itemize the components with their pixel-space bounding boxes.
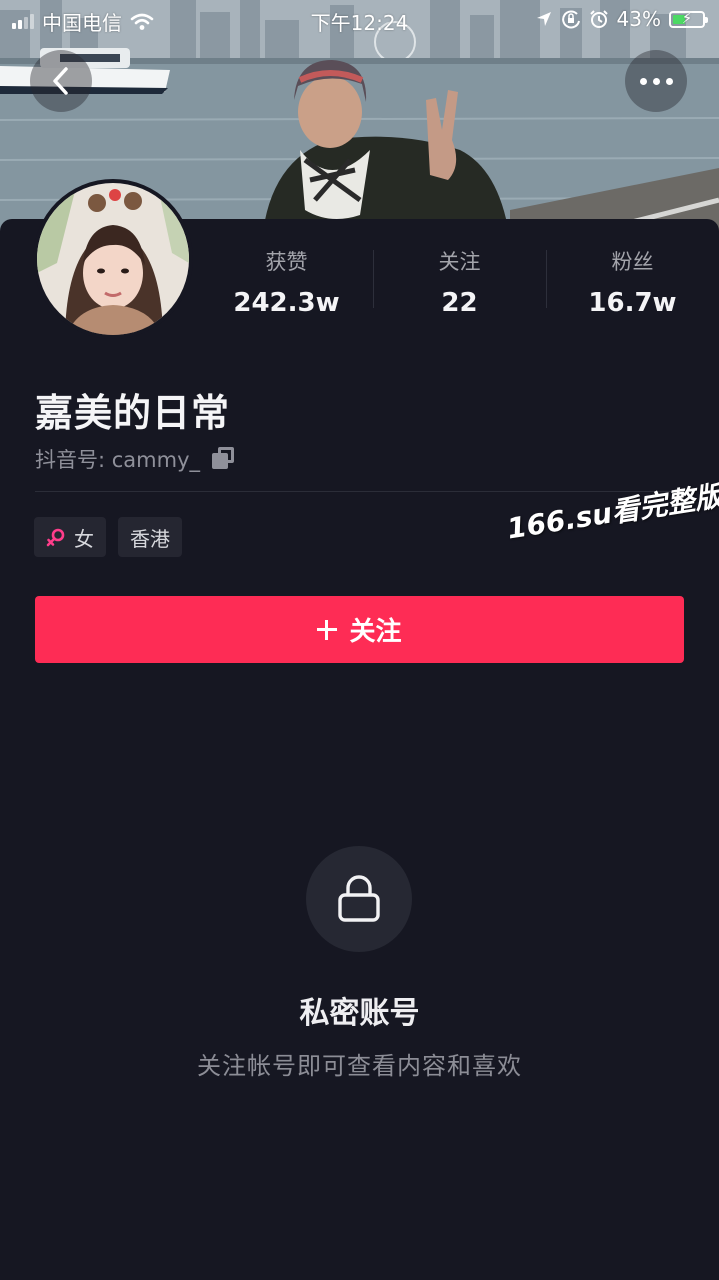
status-bar: 中国电信 下午12:24 43% ⚡ [0, 0, 719, 40]
stat-likes[interactable]: 获赞 242.3w [200, 246, 373, 326]
stat-value: 22 [441, 288, 478, 318]
stat-label: 关注 [438, 250, 481, 274]
avatar-photo [37, 183, 189, 335]
follow-button[interactable]: 关注 [35, 596, 684, 663]
orientation-lock-icon [561, 10, 580, 29]
divider [35, 491, 684, 492]
account-id: 抖音号: cammy_ [35, 448, 201, 472]
private-lock-badge [306, 846, 412, 952]
profile-name: 嘉美的日常 [35, 391, 231, 435]
follow-button-label: 关注 [349, 617, 402, 647]
plus-icon [317, 619, 338, 640]
copy-icon[interactable] [212, 447, 236, 471]
stat-followers[interactable]: 粉丝 16.7w [546, 246, 719, 326]
stats-row: 获赞 242.3w 关注 22 粉丝 16.7w [200, 246, 719, 326]
chevron-left-icon [53, 67, 68, 95]
alarm-icon [589, 10, 608, 28]
lock-icon [338, 875, 380, 922]
tag-location: 香港 [118, 517, 182, 557]
tag-gender: 女 [34, 517, 106, 557]
profile-panel [0, 219, 719, 1280]
stat-label: 粉丝 [611, 250, 654, 274]
battery-percent: 43% [616, 7, 661, 31]
location-arrow-icon [536, 12, 551, 26]
tag-label: 香港 [130, 526, 170, 551]
profile-tags: 女 香港 [34, 517, 182, 557]
avatar[interactable] [33, 179, 193, 339]
more-options-button[interactable] [625, 50, 687, 112]
account-id-row: 抖音号: cammy_ [35, 444, 236, 474]
battery-charging-icon: ⚡ [669, 9, 708, 28]
stat-value: 242.3w [233, 288, 340, 318]
tag-label: 女 [74, 526, 94, 551]
private-account-description: 关注帐号即可查看内容和喜欢 [197, 1052, 522, 1080]
female-icon [46, 528, 65, 547]
stat-value: 16.7w [588, 288, 677, 318]
more-dots-icon [637, 77, 676, 85]
back-button[interactable] [30, 50, 92, 112]
private-account-title: 私密账号 [299, 996, 420, 1031]
stat-following[interactable]: 关注 22 [373, 246, 546, 326]
stat-label: 获赞 [265, 250, 308, 274]
